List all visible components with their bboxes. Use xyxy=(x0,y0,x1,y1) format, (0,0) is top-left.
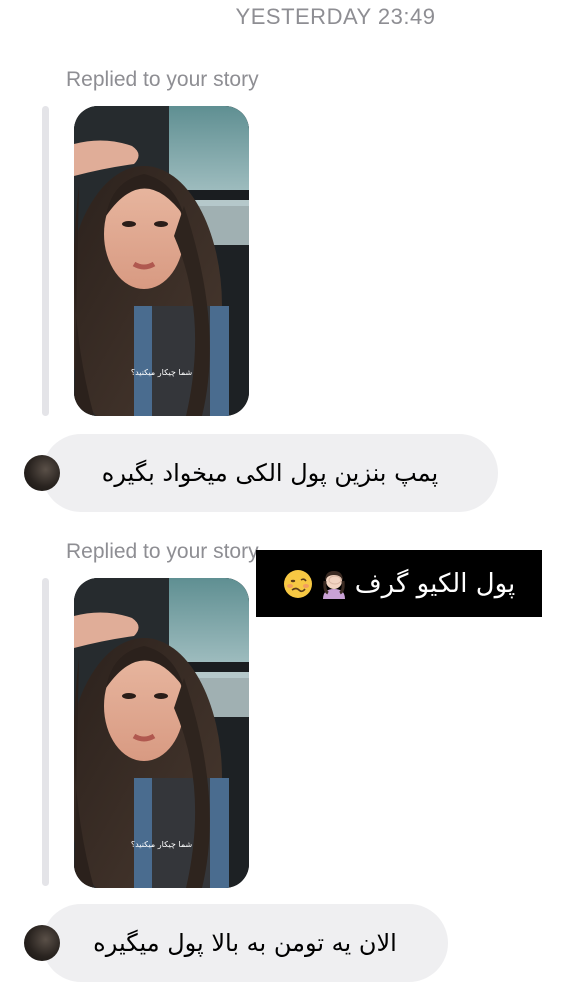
message-bubble[interactable]: پمپ بنزین پول الکی میخواد بگیره xyxy=(24,434,498,512)
story-caption: شما چیکار میکنید؟ xyxy=(74,840,249,849)
chat-timestamp: YESTERDAY 23:49 xyxy=(235,4,436,29)
reply-quote-line xyxy=(42,578,49,886)
woozy-face-icon xyxy=(283,569,312,598)
reply-quote-line xyxy=(42,106,49,416)
story-thumbnail[interactable]: شما چیکار میکنید؟ xyxy=(74,106,249,416)
message-bubble[interactable]: الان یه تومن به بالا پول میگیره xyxy=(24,904,448,982)
story-caption-text: شما چیکار میکنید؟ xyxy=(130,840,193,849)
sender-avatar[interactable] xyxy=(24,925,60,961)
reply-label: Replied to your story xyxy=(66,540,259,563)
message-text: الان یه تومن به بالا پول میگیره xyxy=(93,929,397,957)
story-caption-text: شما چیکار میکنید؟ xyxy=(130,368,193,377)
woman-facepalming-icon xyxy=(322,570,345,599)
sender-avatar[interactable] xyxy=(24,455,60,491)
message-text: پمپ بنزین پول الکی میخواد بگیره xyxy=(101,459,439,487)
story-thumbnail[interactable]: شما چیکار میکنید؟ xyxy=(74,578,249,888)
reply-label: Replied to your story xyxy=(66,68,259,91)
story-caption: شما چیکار میکنید؟ xyxy=(74,368,249,377)
text-overlay-sticker: پول الکیو گرف xyxy=(256,550,542,617)
overlay-text: پول الکیو گرف xyxy=(354,568,516,599)
